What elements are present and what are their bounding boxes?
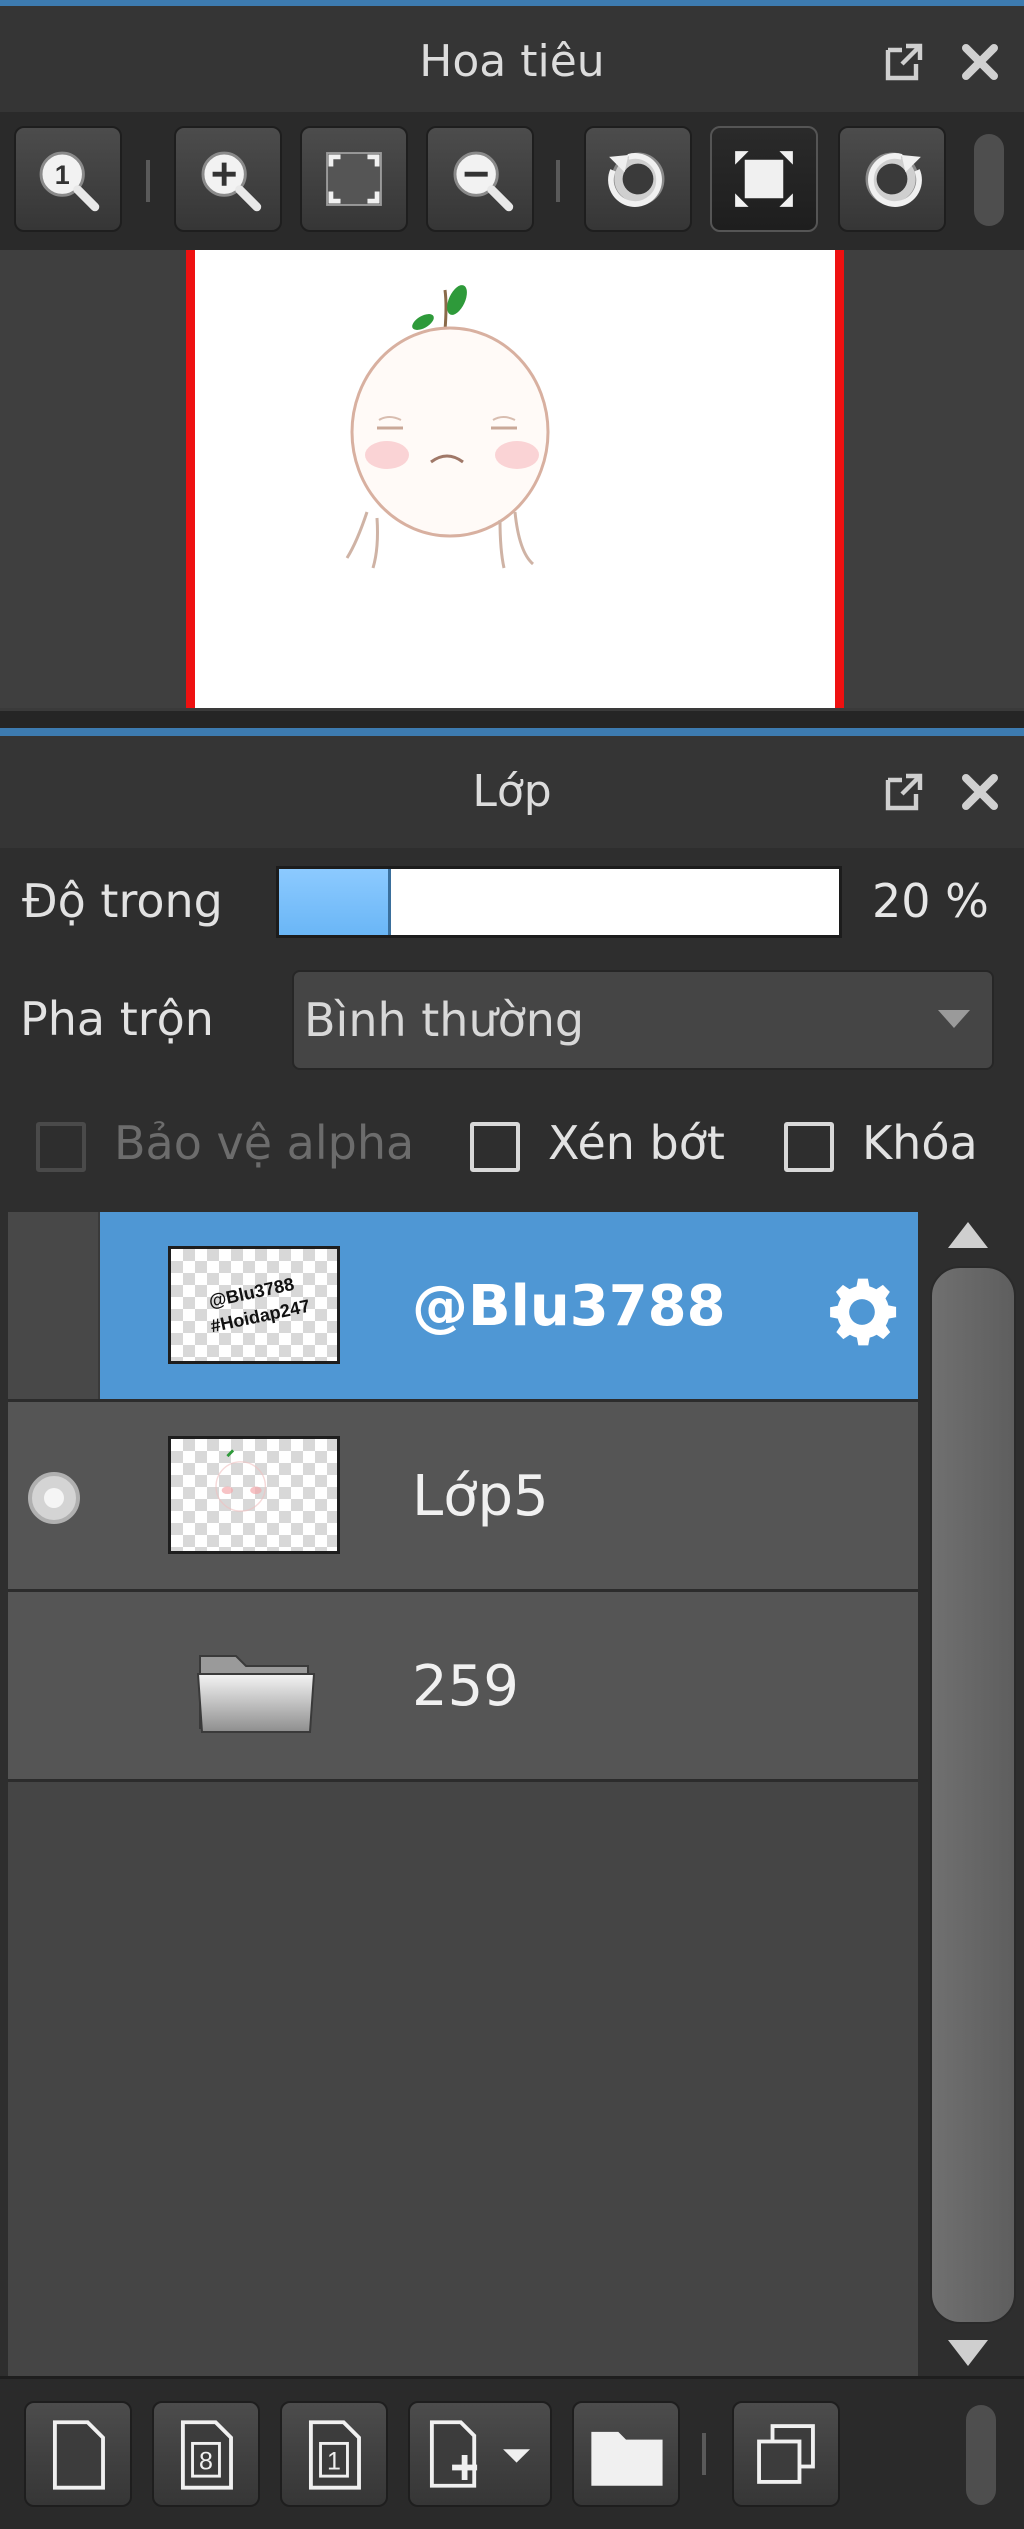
zoom-in-button[interactable]: [174, 126, 282, 232]
popout-icon[interactable]: [880, 768, 928, 816]
duplicate-layer-button[interactable]: [732, 2401, 840, 2507]
layers-title: Lớp: [472, 766, 552, 817]
zoom-in-icon: [201, 151, 262, 212]
layer-thumbnail: [168, 1436, 340, 1554]
popout-icon[interactable]: [880, 38, 928, 86]
layer-list: @Blu3788 #Hoidap247 @Blu3788 Lớp5 259: [8, 1212, 918, 2376]
panel-splitter-accent: [0, 728, 1024, 736]
blend-mode-label: Pha trộn: [20, 992, 214, 1046]
layer-visibility-toggle[interactable]: [8, 1212, 100, 1399]
folder-icon: [194, 1634, 318, 1744]
reset-view-button[interactable]: [710, 126, 818, 232]
navigator-toolbar: 1: [0, 112, 1024, 250]
toolbar-separator: [146, 160, 150, 202]
toolbar-separator: [702, 2433, 706, 2475]
close-icon[interactable]: [956, 38, 1004, 86]
scroll-up-icon[interactable]: [948, 1222, 988, 1248]
toolbar-scroll-handle[interactable]: [974, 134, 1004, 226]
blend-mode-select[interactable]: Bình thường: [292, 970, 994, 1070]
toolbar-scroll-handle[interactable]: [966, 2405, 996, 2505]
layers-header: Lớp: [0, 736, 1024, 848]
clipping-checkbox[interactable]: [470, 1122, 520, 1172]
canvas-preview[interactable]: [186, 250, 844, 708]
zoom-actual-size-button[interactable]: 1: [14, 126, 122, 232]
layer-thumbnail: @Blu3788 #Hoidap247: [168, 1246, 340, 1364]
layer-row[interactable]: @Blu3788 #Hoidap247 @Blu3788: [8, 1212, 918, 1402]
new-8bit-layer-button[interactable]: 8: [152, 2401, 260, 2507]
blend-mode-value: Bình thường: [304, 993, 585, 1047]
fit-to-window-button[interactable]: [300, 126, 408, 232]
zoom-out-button[interactable]: [426, 126, 534, 232]
opacity-slider-fill: [279, 869, 391, 935]
canvas-artwork: [345, 285, 550, 569]
reset-view-icon: [735, 151, 793, 207]
close-icon[interactable]: [956, 768, 1004, 816]
layer-visible-indicator: [28, 1472, 80, 1524]
rotate-left-icon: [608, 152, 665, 207]
navigator-header: Hoa tiêu: [0, 6, 1024, 118]
scroll-down-icon[interactable]: [948, 2340, 988, 2366]
scrollbar-thumb[interactable]: [930, 1266, 1016, 2324]
new-1bit-layer-button[interactable]: 1: [280, 2401, 388, 2507]
navigator-preview-area: [0, 250, 1024, 708]
opacity-label: Độ trong: [22, 874, 223, 928]
layer-row[interactable]: 259: [8, 1592, 918, 1782]
rotate-left-button[interactable]: [584, 126, 692, 232]
opacity-slider[interactable]: [276, 866, 842, 938]
folder-icon: [591, 2431, 663, 2486]
new-layer-button[interactable]: [24, 2401, 132, 2507]
new-folder-button[interactable]: [572, 2401, 680, 2507]
lock-label: Khóa: [862, 1116, 978, 1170]
new-layer-icon: [52, 2420, 105, 2490]
opacity-value: 20 %: [872, 874, 989, 928]
protect-alpha-checkbox[interactable]: [36, 1122, 86, 1172]
protect-alpha-label: Bảo vệ alpha: [114, 1116, 415, 1170]
toolbar-separator: [556, 160, 560, 202]
layer-name: @Blu3788: [412, 1274, 726, 1339]
layer-row[interactable]: Lớp5: [8, 1402, 918, 1592]
fit-window-icon: [326, 152, 382, 206]
svg-text:1: 1: [327, 2447, 341, 2475]
zoom-out-icon: [453, 151, 514, 212]
duplicate-icon: [757, 2424, 815, 2484]
chevron-down-icon: [938, 1010, 970, 1028]
layer-name: 259: [412, 1654, 519, 1719]
zoom-1-to-1-icon: 1: [39, 151, 100, 212]
svg-text:1: 1: [55, 160, 70, 190]
layers-toolbar: 8 1: [0, 2376, 1024, 2529]
gear-icon[interactable]: [818, 1268, 906, 1356]
layer-visibility-toggle[interactable]: [8, 1402, 100, 1589]
rotate-right-button[interactable]: [838, 126, 946, 232]
add-layer-icon: [429, 2420, 531, 2488]
8bit-layer-icon: 8: [180, 2420, 233, 2490]
layer-name: Lớp5: [412, 1464, 549, 1529]
add-layer-menu-button[interactable]: [408, 2401, 552, 2507]
clipping-label: Xén bớt: [548, 1116, 725, 1170]
layer-list-scrollbar[interactable]: [918, 1212, 1018, 2376]
navigator-title: Hoa tiêu: [419, 36, 605, 87]
1bit-layer-icon: 1: [308, 2420, 361, 2490]
svg-text:8: 8: [199, 2447, 213, 2475]
lock-checkbox[interactable]: [784, 1122, 834, 1172]
rotate-right-icon: [865, 152, 922, 207]
